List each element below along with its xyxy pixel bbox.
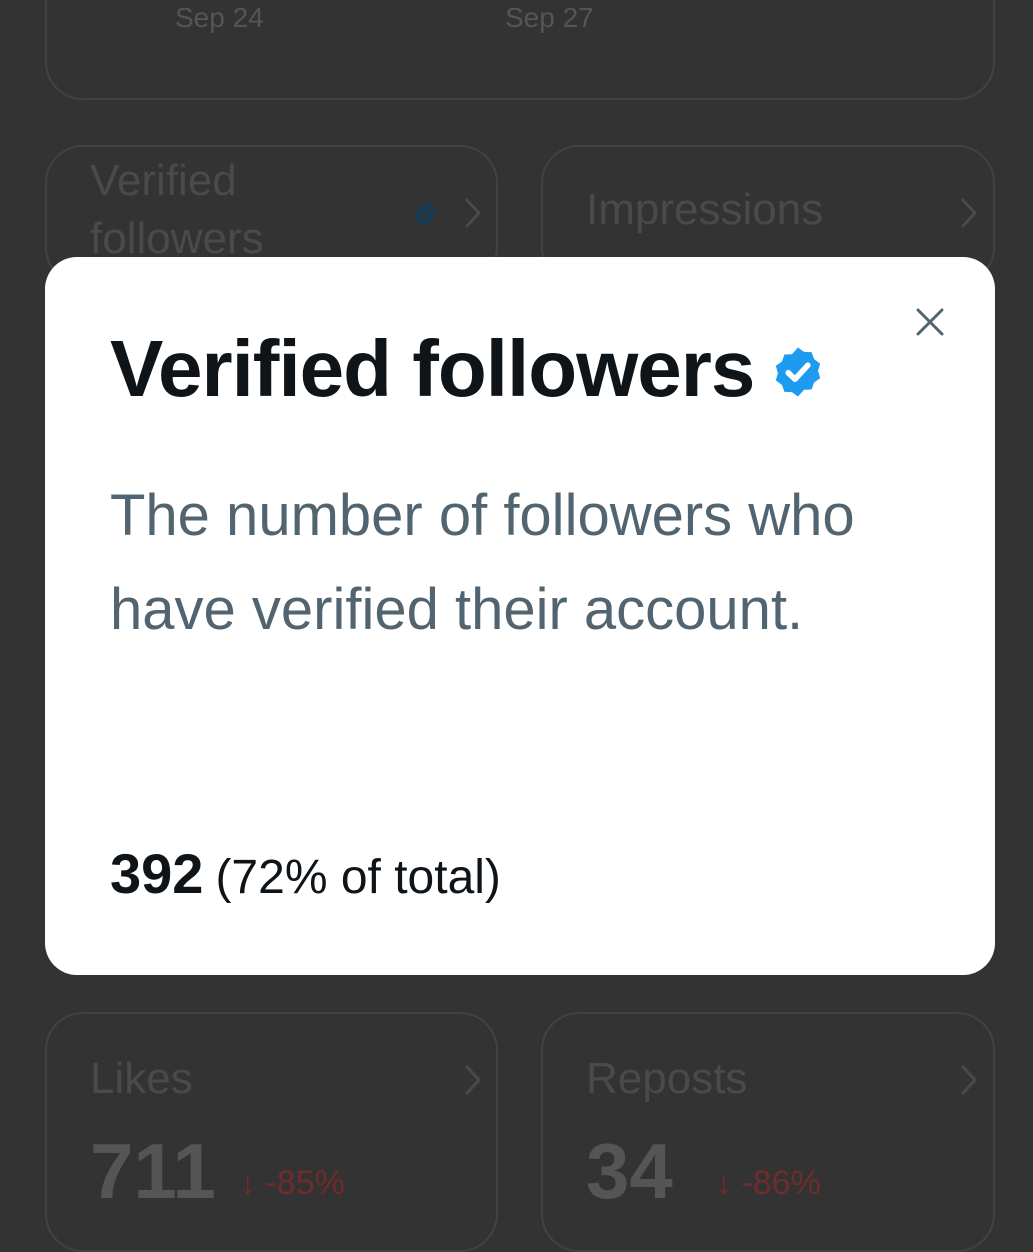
chevron-right-icon [464, 197, 482, 229]
chevron-right-icon [960, 1064, 978, 1096]
likes-card[interactable]: Likes 711 ↓ -85% [45, 1012, 498, 1252]
dialog-title: Verified followers [110, 323, 826, 415]
dialog-description: The number of followers who have verifie… [110, 483, 855, 642]
verified-badge-icon [414, 202, 436, 226]
card-title: Impressions [586, 185, 824, 234]
x-axis-label: Sep 24 [175, 2, 264, 33]
likes-change: ↓ -85% [239, 1164, 345, 1202]
close-icon[interactable] [911, 303, 949, 341]
card-title: Reposts [586, 1054, 748, 1103]
verified-badge-icon [776, 347, 821, 397]
verified-followers-dialog: Verified followers The number of followe… [45, 257, 995, 975]
likes-value: 711 [90, 1127, 216, 1215]
verified-followers-share: (72% of total) [215, 851, 501, 904]
card-title: Likes [90, 1054, 193, 1103]
dialog-title-text: Verified followers [110, 324, 755, 413]
x-axis-label: Sep 27 [505, 2, 594, 33]
chevron-right-icon [960, 197, 978, 229]
verified-followers-stat: 392 (72% of total) [110, 841, 501, 906]
card-title: Verified [90, 156, 237, 205]
activity-chart-card: 0 Sep 24 Sep 27 [45, 0, 995, 100]
reposts-change: ↓ -86% [715, 1164, 821, 1202]
reposts-card[interactable]: Reposts 34 ↓ -86% [541, 1012, 995, 1252]
verified-followers-count: 392 [110, 842, 204, 905]
chevron-right-icon [464, 1064, 482, 1096]
reposts-value: 34 [586, 1127, 673, 1215]
